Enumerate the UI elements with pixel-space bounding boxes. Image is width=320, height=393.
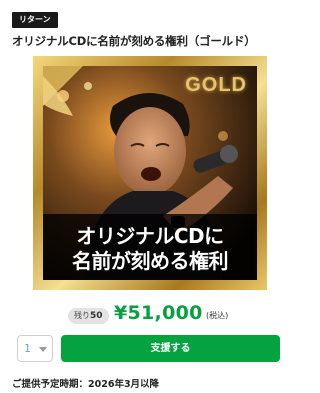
hero-photo: GOLD オリジナルCDに 名前が刻める権利 [43,66,257,280]
reward-image: GOLD オリジナルCDに 名前が刻める権利 [33,56,267,290]
return-tag: リターン [12,12,58,28]
stock-label: 残り [74,311,90,320]
chevron-down-icon [39,347,47,352]
quantity-select[interactable]: 1 [17,335,53,362]
hero-caption-line1: オリジナルCDに [76,224,224,248]
price: ¥51,000 [114,302,203,324]
support-button[interactable]: 支援する [61,335,280,362]
stock-count: 50 [90,311,103,321]
price-row: 残り50 ¥51,000 (税込) [0,302,300,328]
gold-badge: GOLD [185,74,247,96]
reward-title: オリジナルCDに名前が刻める権利（ゴールド） [12,34,256,48]
delivery-schedule: ご提供予定時期：2026年3月以降 [12,379,160,390]
stock-badge: 残り50 [68,308,109,324]
hero-caption: オリジナルCDに 名前が刻める権利 [43,224,257,274]
hero-caption-line2: 名前が刻める権利 [72,249,229,273]
tax-note: (税込) [206,311,229,320]
quantity-value: 1 [24,342,31,355]
